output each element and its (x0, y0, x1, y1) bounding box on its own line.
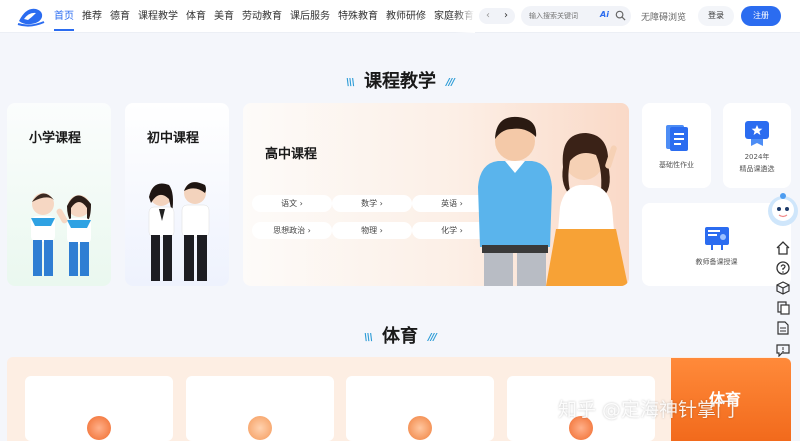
subject-politics-link[interactable]: 思想政治 › (252, 222, 332, 239)
nav-item-sports[interactable]: 体育 (186, 0, 206, 33)
accessibility-link[interactable]: 无障碍浏览 (641, 10, 686, 23)
nav-item-teacher-training[interactable]: 教师研修 (386, 0, 426, 33)
chevron-right-icon[interactable]: › (497, 8, 515, 24)
copy-icon[interactable] (775, 300, 791, 316)
nav-item-courses[interactable]: 课程教学 (138, 0, 178, 33)
cube-icon[interactable] (775, 280, 791, 296)
subject-chinese-link[interactable]: 语文 › (252, 195, 332, 212)
site-logo-icon[interactable] (16, 5, 46, 27)
nav-scroll-arrows: ‹ › (479, 8, 515, 24)
nav-item-after-school[interactable]: 课后服务 (290, 0, 330, 33)
courses-section-title: \\\ 课程教学 /// (0, 67, 800, 93)
nav-item-labor[interactable]: 劳动教育 (242, 0, 282, 33)
title-left-decoration: \\\ (364, 331, 373, 343)
homework-card[interactable]: 基础性作业 (642, 103, 711, 188)
nav-item-home[interactable]: 首页 (54, 0, 74, 33)
senior-course-card[interactable]: 高中课程 语文 › 数学 › 英语 › 思想政治 › 物理 › 化学 › (243, 103, 629, 286)
nav-item-moral[interactable]: 德育 (110, 0, 130, 33)
chevron-left-icon[interactable]: ‹ (479, 8, 497, 24)
title-right-decoration: /// (428, 331, 437, 343)
search-input[interactable] (529, 9, 599, 23)
primary-students-illustration (31, 193, 91, 276)
ai-search-icon[interactable]: Ai (600, 10, 609, 19)
featured-lessons-card[interactable]: 2024年 精品课遴选 (723, 103, 791, 188)
sports-title-text: 体育 (382, 326, 418, 347)
assistant-mascot-icon[interactable] (767, 193, 800, 229)
title-right-decoration: /// (446, 76, 455, 88)
sports-section-title: \\\ 体育 /// (0, 322, 800, 348)
watermark: 知乎 @定海神针掌门 (558, 399, 736, 421)
courses-title-text: 课程教学 (364, 71, 436, 92)
senior-course-title: 高中课程 (265, 147, 318, 162)
featured-badge-icon (745, 121, 769, 146)
lesson-prep-label: 教师备课授课 (695, 258, 738, 266)
title-left-decoration: \\\ (346, 76, 355, 88)
junior-course-title: 初中课程 (147, 131, 200, 146)
star-icon (408, 416, 432, 440)
subject-physics-link[interactable]: 物理 › (332, 222, 412, 239)
top-navigation-bar: 首页 推荐 德育 课程教学 体育 美育 劳动教育 课后服务 特殊教育 教师研修 … (0, 0, 800, 33)
help-icon[interactable] (775, 260, 791, 276)
nav-item-arts[interactable]: 美育 (214, 0, 234, 33)
lightning-icon (248, 416, 272, 440)
search-box: Ai (521, 6, 631, 26)
nav-item-recommend[interactable]: 推荐 (82, 0, 102, 33)
homework-label: 基础性作业 (659, 161, 694, 169)
primary-course-title: 小学课程 (29, 131, 82, 146)
login-button[interactable]: 登录 (698, 6, 734, 26)
featured-title-label: 精品课遴选 (739, 165, 775, 173)
nav-item-special-edu[interactable]: 特殊教育 (338, 0, 378, 33)
search-icon[interactable] (615, 10, 626, 21)
featured-year-label: 2024年 (744, 153, 770, 161)
football-icon (87, 416, 111, 440)
senior-students-illustration (478, 116, 628, 286)
homework-book-icon (666, 125, 688, 151)
primary-course-card[interactable]: 小学课程 (7, 103, 111, 286)
junior-students-illustration (148, 182, 210, 281)
register-button[interactable]: 注册 (741, 6, 781, 26)
junior-course-card[interactable]: 初中课程 (125, 103, 229, 286)
subject-math-link[interactable]: 数学 › (332, 195, 412, 212)
teacher-board-icon (705, 227, 729, 250)
home-icon[interactable] (775, 240, 791, 256)
nav-fade (455, 0, 475, 33)
main-nav: 首页 推荐 德育 课程教学 体育 美育 劳动教育 课后服务 特殊教育 教师研修 … (54, 0, 500, 33)
